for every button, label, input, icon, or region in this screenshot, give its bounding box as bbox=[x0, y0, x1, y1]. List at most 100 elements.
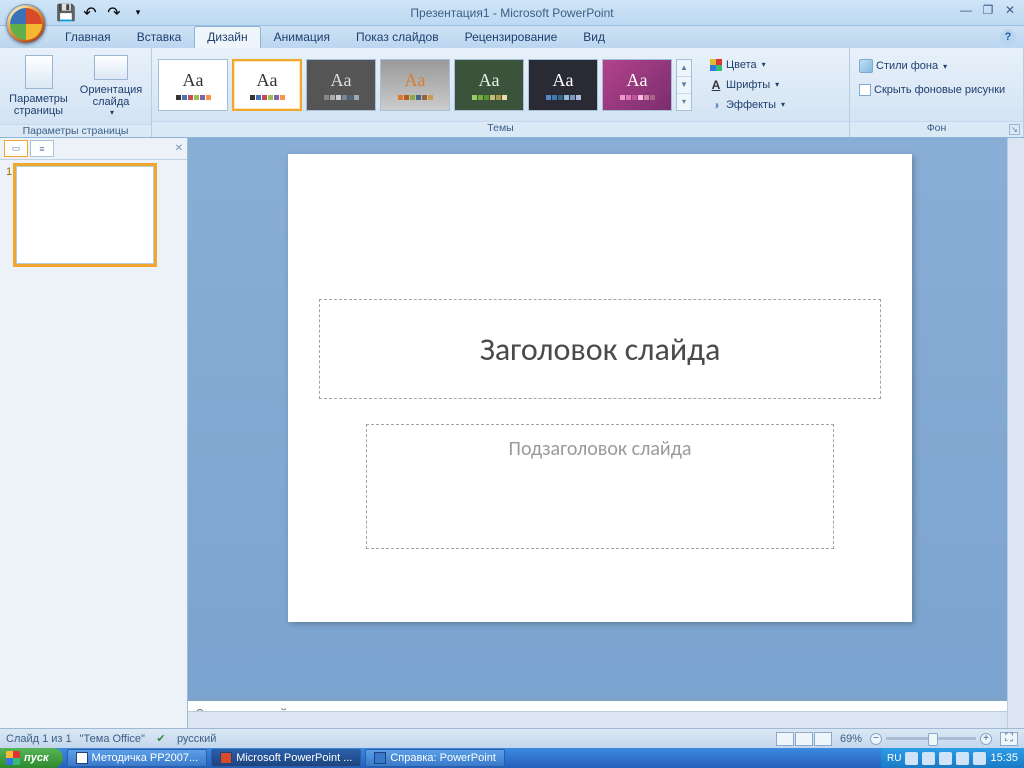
group-themes: Aa Aa Aa Aa Aa Aa Aa ▲▼▾ Цвета A Шрифты ◑… bbox=[152, 48, 850, 137]
palette-icon bbox=[710, 59, 722, 71]
tab-slideshow[interactable]: Показ слайдов bbox=[343, 26, 452, 48]
theme-thumb-selected[interactable]: Aa bbox=[232, 59, 302, 111]
orientation-label: Ориентация слайда bbox=[80, 84, 142, 108]
subtitle-placeholder-text: Подзаголовок слайда bbox=[509, 437, 692, 461]
panel-close-icon[interactable]: ✕ bbox=[175, 143, 183, 154]
orientation-icon bbox=[94, 55, 128, 80]
taskbar: пуск Методичка PP2007... Microsoft Power… bbox=[0, 748, 1024, 768]
tab-view[interactable]: Вид bbox=[570, 26, 618, 48]
zoom-track[interactable] bbox=[886, 737, 976, 740]
colors-label: Цвета bbox=[726, 59, 757, 71]
background-styles-button[interactable]: Стили фона bbox=[856, 56, 950, 76]
group-page-label: Параметры страницы bbox=[0, 124, 151, 137]
tab-design[interactable]: Дизайн bbox=[194, 26, 260, 48]
theme-thumb[interactable]: Aa bbox=[306, 59, 376, 111]
view-buttons bbox=[776, 732, 832, 746]
tray-icon[interactable] bbox=[905, 752, 918, 765]
tray-icon[interactable] bbox=[922, 752, 935, 765]
zoom-in-button[interactable]: + bbox=[980, 733, 992, 745]
slide-counter: Слайд 1 из 1 bbox=[6, 733, 72, 745]
start-label: пуск bbox=[24, 752, 49, 764]
input-language[interactable]: RU bbox=[887, 753, 901, 764]
group-page-setup: Параметры страницы Ориентация слайда Пар… bbox=[0, 48, 152, 137]
theme-gallery-spinner[interactable]: ▲▼▾ bbox=[676, 59, 692, 111]
theme-name: "Тема Office" bbox=[80, 733, 145, 745]
start-button[interactable]: пуск bbox=[0, 748, 63, 768]
theme-thumb[interactable]: Aa bbox=[602, 59, 672, 111]
restore-button[interactable]: ❐ bbox=[980, 3, 996, 17]
window-title: Презентация1 - Microsoft PowerPoint bbox=[410, 6, 613, 20]
theme-thumb[interactable]: Aa bbox=[380, 59, 450, 111]
fonts-label: Шрифты bbox=[726, 79, 770, 91]
slide-thumbnail[interactable] bbox=[16, 166, 154, 264]
slide-canvas-area: Заголовок слайда Подзаголовок слайда Зам… bbox=[188, 138, 1024, 728]
ribbon-tabs: Главная Вставка Дизайн Анимация Показ сл… bbox=[0, 26, 1024, 48]
zoom-slider[interactable]: − + bbox=[870, 733, 992, 745]
tray-icon[interactable] bbox=[973, 752, 986, 765]
subtitle-placeholder[interactable]: Подзаголовок слайда bbox=[366, 424, 834, 549]
language-indicator[interactable]: русский bbox=[177, 733, 216, 745]
quick-access-toolbar: 💾 ↶ ↷ ▾ bbox=[56, 3, 148, 23]
ribbon: Параметры страницы Ориентация слайда Пар… bbox=[0, 48, 1024, 138]
title-placeholder[interactable]: Заголовок слайда bbox=[319, 299, 881, 399]
theme-thumb[interactable]: Aa bbox=[158, 59, 228, 111]
windows-logo-icon bbox=[6, 751, 20, 765]
group-themes-label: Темы bbox=[152, 121, 849, 137]
page-icon bbox=[25, 55, 53, 89]
sorter-view-button[interactable] bbox=[795, 732, 813, 746]
page-setup-button[interactable]: Параметры страницы bbox=[6, 52, 71, 120]
zoom-out-button[interactable]: − bbox=[870, 733, 882, 745]
work-area: ▭ ≡ ✕ 1 Заголовок слайда Подзаголовок сл… bbox=[0, 138, 1024, 728]
horizontal-scrollbar[interactable] bbox=[188, 711, 1007, 728]
normal-view-button[interactable] bbox=[776, 732, 794, 746]
page-setup-label: Параметры страницы bbox=[9, 93, 68, 117]
outline-tab[interactable]: ≡ bbox=[30, 140, 54, 157]
theme-thumb[interactable]: Aa bbox=[528, 59, 598, 111]
tab-insert[interactable]: Вставка bbox=[124, 26, 195, 48]
theme-colors-button[interactable]: Цвета bbox=[706, 55, 788, 75]
tab-animation[interactable]: Анимация bbox=[261, 26, 343, 48]
word-icon bbox=[76, 752, 88, 764]
slideshow-view-button[interactable] bbox=[814, 732, 832, 746]
slides-tab[interactable]: ▭ bbox=[4, 140, 28, 157]
close-button[interactable]: ✕ bbox=[1002, 3, 1018, 17]
tab-review[interactable]: Рецензирование bbox=[452, 26, 571, 48]
theme-fonts-button[interactable]: A Шрифты bbox=[706, 75, 788, 95]
taskbar-item[interactable]: Методичка PP2007... bbox=[67, 749, 208, 767]
tray-icon[interactable] bbox=[956, 752, 969, 765]
tray-icon[interactable] bbox=[939, 752, 952, 765]
qat-more-icon[interactable]: ▾ bbox=[128, 3, 148, 23]
titlebar: 💾 ↶ ↷ ▾ Презентация1 - Microsoft PowerPo… bbox=[0, 0, 1024, 26]
office-button[interactable] bbox=[6, 4, 46, 44]
slide-orientation-button[interactable]: Ориентация слайда bbox=[77, 52, 145, 120]
minimize-button[interactable]: — bbox=[958, 3, 974, 17]
theme-effects-button[interactable]: ◑Эффекты bbox=[706, 95, 788, 115]
theme-gallery: Aa Aa Aa Aa Aa Aa Aa ▲▼▾ bbox=[158, 59, 692, 111]
redo-icon[interactable]: ↷ bbox=[104, 3, 124, 23]
system-tray: RU 15:35 bbox=[881, 748, 1024, 768]
background-icon bbox=[859, 59, 873, 73]
powerpoint-icon bbox=[220, 752, 232, 764]
window-controls: — ❐ ✕ bbox=[958, 3, 1018, 17]
fit-to-window-button[interactable]: ⛶ bbox=[1000, 732, 1018, 746]
vertical-scrollbar[interactable] bbox=[1007, 138, 1024, 728]
theme-thumb[interactable]: Aa bbox=[454, 59, 524, 111]
status-bar: Слайд 1 из 1 "Тема Office" ✔ русский 69%… bbox=[0, 728, 1024, 748]
clock[interactable]: 15:35 bbox=[990, 752, 1018, 764]
group-background: Стили фона Скрыть фоновые рисунки Фон↘ bbox=[850, 48, 1024, 137]
font-icon: A bbox=[712, 78, 721, 92]
spellcheck-icon[interactable]: ✔ bbox=[153, 731, 169, 747]
zoom-percent[interactable]: 69% bbox=[840, 733, 862, 745]
slide-panel: ▭ ≡ ✕ 1 bbox=[0, 138, 188, 728]
slide[interactable]: Заголовок слайда Подзаголовок слайда bbox=[288, 154, 912, 622]
title-placeholder-text: Заголовок слайда bbox=[480, 330, 721, 369]
help-icon[interactable]: ? bbox=[1000, 29, 1016, 45]
undo-icon[interactable]: ↶ bbox=[80, 3, 100, 23]
hide-bg-graphics-checkbox[interactable]: Скрыть фоновые рисунки bbox=[856, 80, 1008, 100]
bg-styles-label: Стили фона bbox=[876, 60, 938, 72]
bg-dialog-launcher[interactable]: ↘ bbox=[1009, 124, 1020, 135]
save-icon[interactable]: 💾 bbox=[56, 3, 76, 23]
taskbar-item[interactable]: Справка: PowerPoint bbox=[365, 749, 505, 767]
tab-home[interactable]: Главная bbox=[52, 26, 124, 48]
taskbar-item-active[interactable]: Microsoft PowerPoint ... bbox=[211, 749, 361, 767]
